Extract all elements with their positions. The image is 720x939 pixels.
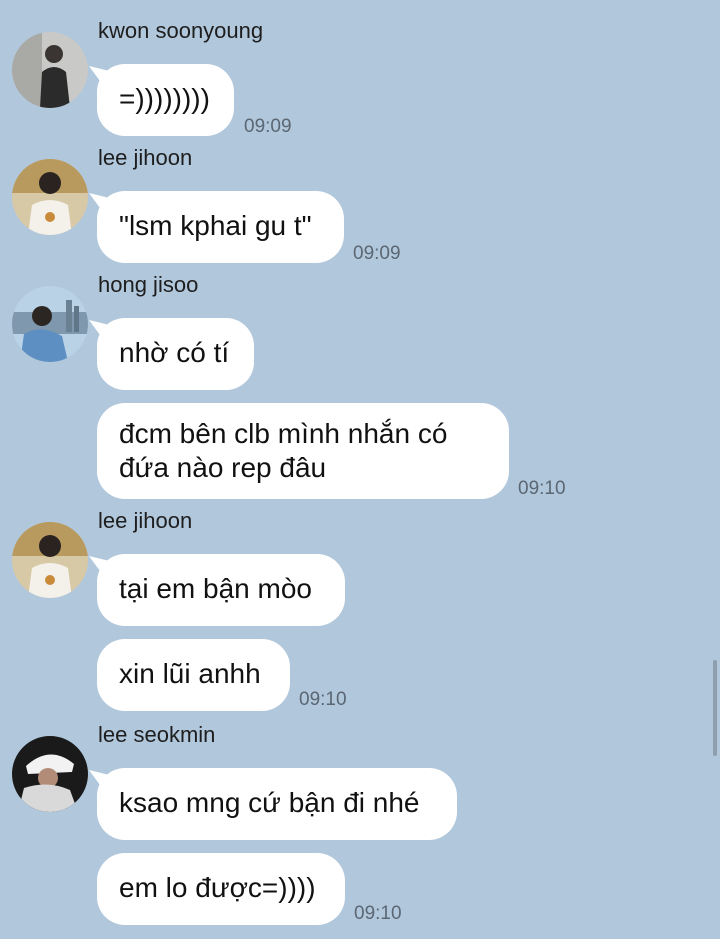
- message-text: đứa nào rep đâu: [119, 452, 327, 483]
- message-text: tại em bận mòo: [119, 573, 312, 604]
- avatar[interactable]: [12, 522, 88, 598]
- avatar[interactable]: [12, 286, 88, 362]
- message-text: nhờ có tí: [119, 337, 230, 368]
- avatar[interactable]: [12, 159, 88, 235]
- message-text: "lsm kphai gu t": [119, 210, 312, 241]
- message-time: 09:10: [299, 689, 347, 710]
- message-bubble[interactable]: ksao mng cứ bận đi nhé: [97, 768, 457, 840]
- sender-name: lee jihoon: [98, 508, 193, 533]
- message-time: 09:10: [354, 903, 402, 924]
- message-bubble[interactable]: xin lũi anhh: [97, 639, 290, 711]
- sender-name: kwon soonyoung: [98, 18, 264, 43]
- message-bubble[interactable]: đcm bên clb mình nhắn có đứa nào rep đâu: [97, 403, 509, 499]
- sender-name: hong jisoo: [98, 272, 199, 297]
- message-time: 09:09: [353, 243, 401, 264]
- message-text: em lo được=)))): [119, 872, 316, 903]
- message-text: xin lũi anhh: [119, 658, 261, 689]
- message-text: =)))))))): [119, 83, 210, 114]
- message-bubble[interactable]: em lo được=)))): [97, 853, 345, 925]
- message-bubble[interactable]: =)))))))): [97, 64, 234, 136]
- sender-name: lee seokmin: [98, 722, 216, 747]
- scrollbar[interactable]: [713, 660, 717, 756]
- avatar[interactable]: [12, 32, 88, 108]
- chat-message-list[interactable]: kwon soonyoung =)))))))) 09:09 lee jihoo…: [0, 0, 720, 939]
- avatar[interactable]: [12, 736, 88, 812]
- message-text: ksao mng cứ bận đi nhé: [119, 787, 420, 818]
- message-bubble[interactable]: "lsm kphai gu t": [97, 191, 344, 263]
- message-time: 09:10: [518, 478, 566, 499]
- message-bubble[interactable]: tại em bận mòo: [97, 554, 345, 626]
- message-bubble[interactable]: nhờ có tí: [97, 318, 254, 390]
- message-text: đcm bên clb mình nhắn có: [119, 418, 448, 449]
- message-time: 09:09: [244, 116, 292, 137]
- sender-name: lee jihoon: [98, 145, 193, 170]
